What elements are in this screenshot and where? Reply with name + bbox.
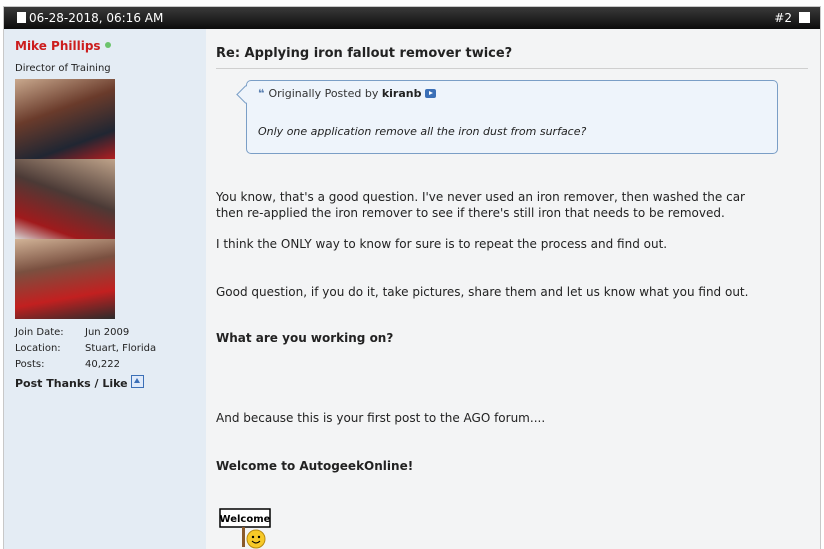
post-number-link[interactable]: #2 [774, 11, 792, 25]
quote-icon: ❝ [258, 87, 265, 100]
post-title: Re: Applying iron fallout remover twice? [216, 46, 513, 61]
location-label: Location: [15, 343, 61, 354]
location-value: Stuart, Florida [85, 343, 157, 354]
username-link[interactable]: Mike Phillips [15, 39, 111, 53]
posts-value: 40,222 [85, 359, 120, 370]
quote-author: kiranb [381, 87, 422, 100]
join-date-value: Jun 2009 [85, 327, 130, 338]
post-date: 06-28-2018, 06:16 AM [17, 11, 163, 25]
post-header-bar: 06-28-2018, 06:16 AM #2 [4, 7, 820, 29]
title-divider [216, 68, 808, 69]
post-icon [17, 12, 26, 23]
message-p6: Welcome to AutogeekOnline! [216, 459, 414, 473]
post-select-checkbox[interactable] [799, 12, 810, 23]
quote-box: ❝ Originally Posted by kiranb Only one ap… [236, 80, 778, 154]
quote-notch [236, 85, 255, 104]
quote-prefix: Originally Posted by [268, 87, 379, 100]
quote-text: Only one application remove all the iron… [258, 125, 587, 138]
message-p1-line1: You know, that's a good question. I've n… [216, 190, 745, 204]
message-p5: And because this is your first post to t… [216, 411, 546, 425]
post-date-text: 06-28-2018, 06:16 AM [29, 11, 164, 25]
avatar-photo-3 [15, 239, 115, 319]
post-thanks-label[interactable]: Post Thanks / Like [15, 377, 128, 390]
join-date-label: Join Date: [15, 327, 64, 338]
username-text[interactable]: Mike Phillips [15, 39, 101, 53]
post-thanks-like[interactable]: Post Thanks / Like [15, 375, 144, 390]
welcome-sign-text: Welcome [220, 514, 271, 525]
view-post-icon[interactable] [425, 89, 437, 98]
welcome-smiley-icon: Welcome [219, 508, 271, 549]
user-title: Director of Training [15, 63, 111, 74]
online-status-icon [104, 42, 111, 48]
message-p4: What are you working on? [216, 331, 394, 345]
user-sidebar: Mike Phillips Director of Training Join … [4, 29, 206, 549]
posts-label: Posts: [15, 359, 45, 370]
avatar-photo-2 [15, 159, 115, 239]
expand-up-icon[interactable] [130, 375, 144, 388]
message-p3: Good question, if you do it, take pictur… [216, 285, 749, 299]
post-content: Re: Applying iron fallout remover twice?… [206, 29, 820, 549]
avatar-photo-1 [15, 79, 115, 159]
message-p2: I think the ONLY way to know for sure is… [216, 237, 668, 251]
quote-header: ❝ Originally Posted by kiranb [258, 87, 437, 100]
message-p1-line2: then re-applied the iron remover to see … [216, 206, 725, 220]
avatar[interactable] [15, 79, 115, 319]
user-meta: Join Date: Jun 2009 Location: Stuart, Flor… [15, 325, 156, 373]
